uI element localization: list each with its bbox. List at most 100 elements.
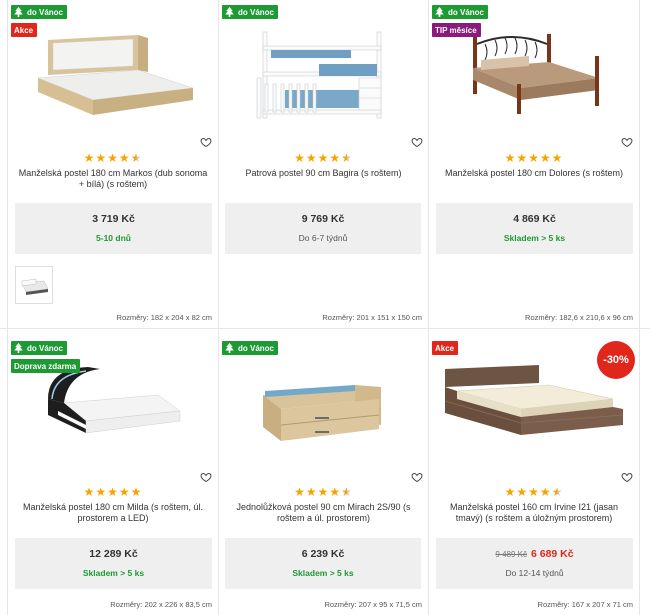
star-icon: ★ xyxy=(294,151,306,165)
price-box: 9 489 Kč 6 689 Kč Do 12-14 týdnů xyxy=(436,538,633,589)
product-name[interactable]: Manželská postel 180 cm Dolores (s rošte… xyxy=(437,168,631,179)
star-icon: ★ xyxy=(118,151,131,165)
price-box: 12 289 Kč Skladem > 5 ks xyxy=(15,538,212,589)
badge-label: do Vánoc xyxy=(238,7,275,17)
christmas-tree-icon xyxy=(14,7,23,17)
product-card[interactable]: do Vánoc Akce ★★★★★ Manželská postel 180 … xyxy=(8,0,218,328)
product-card[interactable]: do Vánoc Doprava zdarma ★★★★★ Manželská p… xyxy=(8,329,218,615)
product-price: 12 289 Kč xyxy=(15,548,212,560)
star-icon: ★ xyxy=(539,485,552,499)
star-icon: ★ xyxy=(516,151,529,165)
star-icon: ★ xyxy=(130,485,143,499)
product-card[interactable]: Akce -30% ★★★★★ Manželská postel 160 cm … xyxy=(429,329,639,615)
sale-price: 6 689 Kč xyxy=(530,548,574,560)
product-dimensions: Rozměry: 207 x 95 x 71,5 cm xyxy=(324,600,422,609)
christmas-tree-icon xyxy=(225,7,234,17)
grid-divider xyxy=(639,0,640,615)
price-value: 6 239 Kč xyxy=(301,548,345,560)
star-icon: ★ xyxy=(95,151,108,165)
wishlist-heart-icon[interactable] xyxy=(411,470,423,483)
price-box: 3 719 Kč 5-10 dnů xyxy=(15,203,212,254)
star-icon: ★ xyxy=(130,151,143,165)
wishlist-heart-icon[interactable] xyxy=(200,470,212,483)
product-dimensions: Rozměry: 167 x 207 x 71 cm xyxy=(537,600,633,609)
star-icon: ★ xyxy=(528,485,540,499)
product-dimensions: Rozměry: 182,6 x 210,6 x 96 cm xyxy=(525,313,633,322)
star-icon: ★ xyxy=(317,151,330,165)
badge-stack: do Vánoc Akce xyxy=(11,5,68,37)
product-badge: do Vánoc xyxy=(11,5,68,19)
product-price: 3 719 Kč xyxy=(15,213,212,225)
availability-text: Skladem > 5 ks xyxy=(503,233,566,243)
badge-stack: do Vánoc Doprava zdarma xyxy=(11,341,81,373)
rating-stars: ★★★★★ xyxy=(429,486,639,498)
star-icon: ★ xyxy=(504,151,517,165)
badge-label: do Vánoc xyxy=(27,343,64,353)
star-icon: ★ xyxy=(539,151,552,165)
star-icon: ★ xyxy=(516,485,529,499)
price-value: 9 769 Kč xyxy=(301,213,345,225)
product-price: 6 239 Kč xyxy=(225,548,421,560)
badge-stack: do Vánoc xyxy=(222,341,279,355)
badge-stack: do Vánoc xyxy=(222,5,279,19)
product-name[interactable]: Jednolůžková postel 90 cm Mirach 2S/90 (… xyxy=(227,502,420,524)
badge-stack: Akce xyxy=(432,341,459,355)
star-icon: ★ xyxy=(83,485,96,499)
christmas-tree-icon xyxy=(435,7,444,17)
rating-stars: ★★★★★ xyxy=(219,486,428,498)
product-card[interactable]: do Vánoc ★★★★★ Jednolůžková postel 90 cm… xyxy=(219,329,428,615)
wishlist-heart-icon[interactable] xyxy=(621,470,633,483)
star-icon: ★ xyxy=(341,151,353,165)
star-icon: ★ xyxy=(294,485,306,499)
star-icon: ★ xyxy=(341,485,353,499)
badge-label: TIP měsíce xyxy=(435,25,477,35)
product-dimensions: Rozměry: 201 x 151 x 150 cm xyxy=(322,313,422,322)
star-icon: ★ xyxy=(118,485,131,499)
star-icon: ★ xyxy=(329,151,342,165)
availability-text: Do 6-7 týdnů xyxy=(298,233,348,243)
star-icon: ★ xyxy=(305,151,318,165)
product-dimensions: Rozměry: 182 x 204 x 82 cm xyxy=(116,313,212,322)
wishlist-heart-icon[interactable] xyxy=(200,135,212,148)
product-badge: Akce xyxy=(432,341,459,355)
star-icon: ★ xyxy=(107,151,119,165)
product-card[interactable]: do Vánoc ★★★★★ Patrová postel 90 cm Bagi… xyxy=(219,0,428,328)
product-card[interactable]: do Vánoc TIP měsíce ★★★★★ Manželská poste… xyxy=(429,0,639,328)
price-box: 6 239 Kč Skladem > 5 ks xyxy=(225,538,421,589)
wishlist-heart-icon[interactable] xyxy=(411,135,423,148)
rating-stars: ★★★★★ xyxy=(8,152,218,164)
star-icon: ★ xyxy=(305,485,318,499)
star-icon: ★ xyxy=(329,485,342,499)
star-icon: ★ xyxy=(551,485,564,499)
product-badge: TIP měsíce xyxy=(432,23,481,37)
wishlist-heart-icon[interactable] xyxy=(621,135,633,148)
product-name[interactable]: Patrová postel 90 cm Bagira (s roštem) xyxy=(227,168,420,179)
product-dimensions: Rozměry: 202 x 226 x 83,5 cm xyxy=(110,600,212,609)
price-box: 9 769 Kč Do 6-7 týdnů xyxy=(225,203,421,254)
availability-text: Do 12-14 týdnů xyxy=(505,568,564,578)
price-value: 4 869 Kč xyxy=(513,213,556,225)
price-value: 3 719 Kč xyxy=(92,213,135,225)
badge-label: do Vánoc xyxy=(448,7,485,17)
badge-label: do Vánoc xyxy=(238,343,275,353)
star-icon: ★ xyxy=(551,151,564,165)
availability-text: Skladem > 5 ks xyxy=(292,568,354,578)
product-name[interactable]: Manželská postel 180 cm Markos (dub sono… xyxy=(16,168,210,190)
badge-label: do Vánoc xyxy=(27,7,64,17)
product-name[interactable]: Manželská postel 180 cm Milda (s roštem,… xyxy=(16,502,210,524)
star-icon: ★ xyxy=(528,151,540,165)
badge-label: Doprava zdarma xyxy=(14,361,77,371)
availability-text: 5-10 dnů xyxy=(96,233,131,243)
product-badge: Doprava zdarma xyxy=(11,359,81,373)
rating-stars: ★★★★★ xyxy=(219,152,428,164)
price-value: 12 289 Kč xyxy=(89,548,138,560)
badge-label: Akce xyxy=(14,25,34,35)
christmas-tree-icon xyxy=(14,343,23,353)
product-badge: Akce xyxy=(11,23,38,37)
discount-badge: -30% xyxy=(597,341,635,379)
variant-thumbnail[interactable] xyxy=(15,266,53,304)
star-icon: ★ xyxy=(317,485,330,499)
product-price: 9 489 Kč 6 689 Kč xyxy=(436,548,633,560)
product-name[interactable]: Manželská postel 160 cm Irvine I21 (jasa… xyxy=(437,502,631,524)
availability-text: Skladem > 5 ks xyxy=(82,568,145,578)
